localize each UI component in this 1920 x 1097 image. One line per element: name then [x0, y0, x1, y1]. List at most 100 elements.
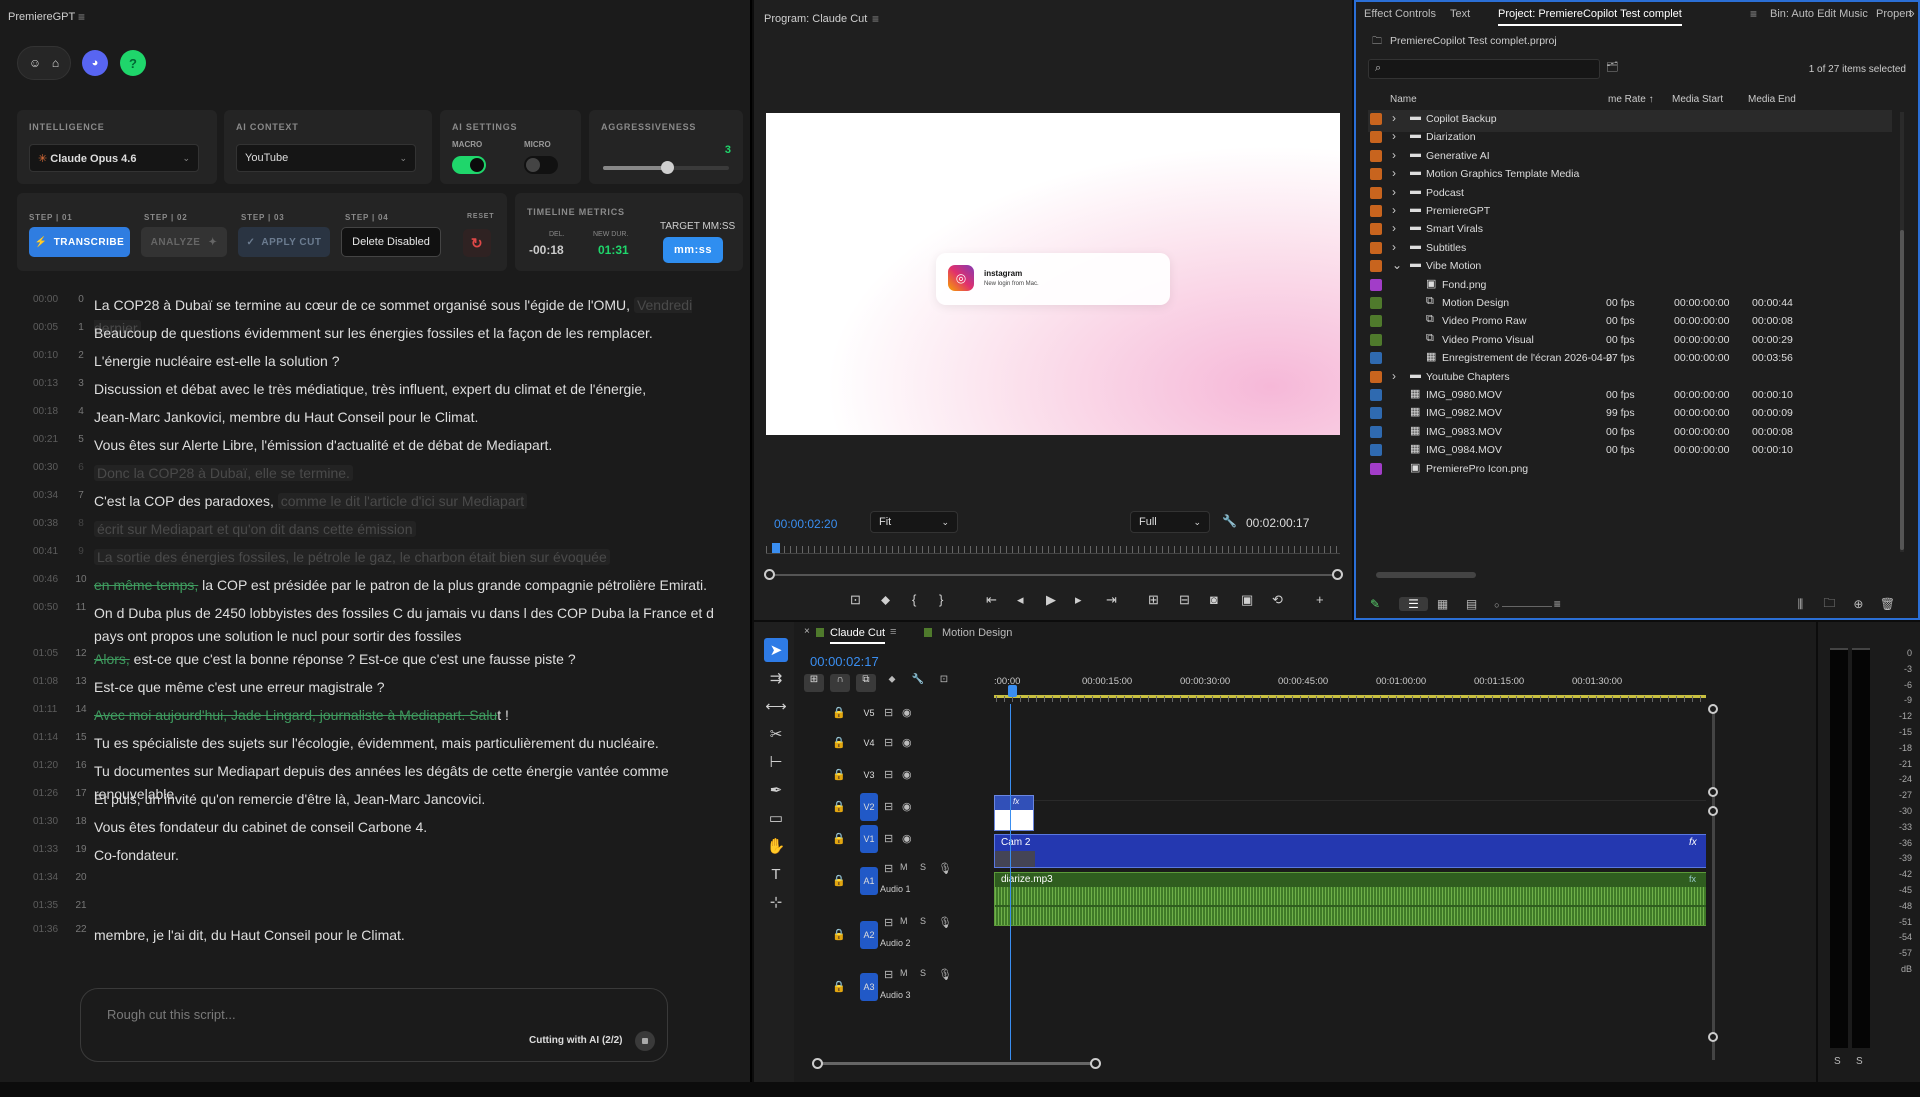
- pen-tool-icon[interactable]: ✒: [764, 778, 788, 802]
- lock-icon[interactable]: 🔒: [832, 768, 846, 781]
- lock-icon[interactable]: 🔒: [832, 874, 846, 887]
- mic-icon[interactable]: 🎙: [938, 862, 952, 875]
- quality-select[interactable]: Full ⌄: [1130, 511, 1210, 533]
- eye-icon[interactable]: ◉: [902, 706, 912, 719]
- sort-icon[interactable]: ≡: [1554, 597, 1786, 611]
- model-select[interactable]: ✳ Claude Opus 4.6 ⌄: [29, 144, 199, 172]
- trash-icon[interactable]: 🗑: [1873, 597, 1902, 611]
- lock-icon[interactable]: 🔒: [832, 928, 846, 941]
- snap-icon[interactable]: ∩: [830, 674, 850, 692]
- go-to-in-icon[interactable]: ⇤: [986, 592, 1017, 612]
- camera-icon[interactable]: ◙: [1210, 592, 1241, 612]
- slip-icon[interactable]: ⊢: [764, 750, 788, 774]
- export-frame-icon[interactable]: ⊡: [850, 592, 881, 612]
- disclosure-icon[interactable]: ›: [1392, 369, 1396, 383]
- linked-selection-icon[interactable]: ⧉: [856, 674, 876, 692]
- disclosure-icon[interactable]: ›: [1392, 240, 1396, 254]
- compare-icon[interactable]: ▣: [1241, 592, 1272, 612]
- col-name[interactable]: Name: [1390, 94, 1417, 105]
- lock-icon[interactable]: 🔒: [832, 832, 846, 845]
- vscroll-top-handle[interactable]: [1708, 704, 1718, 714]
- step-forward-icon[interactable]: ▸: [1075, 592, 1106, 612]
- prompt-input[interactable]: Rough cut this script...: [107, 1007, 236, 1022]
- project-menu-icon[interactable]: ≡: [1750, 7, 1757, 21]
- disclosure-icon[interactable]: ⌄: [1392, 258, 1402, 272]
- mute-button[interactable]: M: [900, 916, 908, 926]
- label-color-swatch[interactable]: [1370, 333, 1382, 346]
- eye-icon[interactable]: ◉: [902, 768, 912, 781]
- reset-icon[interactable]: ↻: [463, 229, 491, 257]
- project-vscroll[interactable]: [1900, 112, 1904, 552]
- tab-motion-design[interactable]: Motion Design: [942, 627, 1012, 639]
- mute-button[interactable]: M: [900, 968, 908, 978]
- track-target-toggle[interactable]: V3: [860, 761, 878, 789]
- program-playhead[interactable]: [772, 543, 780, 553]
- generative-extend-icon[interactable]: ⊹: [764, 890, 788, 914]
- col-rate[interactable]: me Rate ↑: [1608, 94, 1654, 105]
- sync-lock-icon[interactable]: ⊟: [884, 736, 893, 749]
- disclosure-icon[interactable]: ›: [1392, 203, 1396, 217]
- a1-clip[interactable]: diarize.mp3 fx: [994, 872, 1706, 926]
- label-color-swatch[interactable]: [1370, 168, 1382, 181]
- icon-view-icon[interactable]: ▦: [1428, 597, 1457, 611]
- mute-button[interactable]: M: [900, 862, 908, 872]
- solo-button[interactable]: S: [920, 968, 926, 978]
- stop-icon[interactable]: [635, 1031, 655, 1051]
- vscroll-mid-handle[interactable]: [1708, 787, 1718, 797]
- disclosure-icon[interactable]: ›: [1392, 148, 1396, 162]
- lock-icon[interactable]: 🔒: [832, 800, 846, 813]
- transcribe-button[interactable]: ⚡ TRANSCRIBE: [29, 227, 130, 257]
- solo-button[interactable]: S: [920, 916, 926, 926]
- program-timecode[interactable]: 00:00:02:20: [774, 517, 837, 531]
- mark-in-icon[interactable]: {: [912, 592, 939, 612]
- add-button-icon[interactable]: +: [1316, 592, 1336, 612]
- playhead-handle[interactable]: [1008, 685, 1017, 697]
- vscroll-audio-handle[interactable]: [1708, 806, 1718, 816]
- vscroll-bottom-handle[interactable]: [1708, 1032, 1718, 1042]
- timeline-menu-icon[interactable]: ≡: [890, 626, 896, 638]
- project-search[interactable]: ⌕: [1368, 59, 1600, 79]
- prompt-box[interactable]: Rough cut this script... Cutting with AI…: [80, 988, 668, 1062]
- label-color-swatch[interactable]: [1370, 149, 1382, 162]
- program-menu-icon[interactable]: ≡: [872, 12, 879, 26]
- scroll-start-handle[interactable]: [764, 569, 775, 580]
- nest-icon[interactable]: ⊞: [804, 674, 824, 692]
- step-back-icon[interactable]: ◂: [1017, 592, 1046, 612]
- project-hscroll[interactable]: [1376, 572, 1476, 578]
- label-color-swatch[interactable]: [1370, 297, 1382, 309]
- apply-cut-button[interactable]: ✓ APPLY CUT: [238, 227, 330, 257]
- razor-icon[interactable]: ✂: [764, 722, 788, 746]
- rectangle-icon[interactable]: ▭: [764, 806, 788, 830]
- wrench-icon[interactable]: 🔧: [1222, 514, 1237, 528]
- track-target-toggle[interactable]: V2: [860, 793, 878, 821]
- label-color-swatch[interactable]: [1370, 389, 1382, 401]
- eye-icon[interactable]: ◉: [902, 736, 912, 749]
- new-bin-from-search-icon[interactable]: 🗂: [1606, 62, 1619, 73]
- sync-lock-icon[interactable]: ⊟: [884, 706, 893, 719]
- tab-claude-cut[interactable]: Claude Cut: [830, 627, 886, 644]
- hand-icon[interactable]: ✋: [764, 834, 788, 858]
- freeform-view-icon[interactable]: ▤: [1457, 597, 1486, 611]
- lock-icon[interactable]: 🔒: [832, 980, 846, 993]
- solo-right-button[interactable]: S: [1856, 1056, 1863, 1067]
- col-start[interactable]: Media Start: [1672, 94, 1723, 105]
- macro-toggle[interactable]: [452, 156, 486, 174]
- sync-lock-icon[interactable]: ⊟: [884, 862, 893, 875]
- sync-lock-icon[interactable]: ⊟: [884, 832, 893, 845]
- label-color-swatch[interactable]: [1370, 278, 1382, 291]
- mic-icon[interactable]: 🎙: [938, 916, 952, 929]
- discord-icon[interactable]: ◕: [82, 50, 108, 76]
- add-marker-icon[interactable]: ⬥: [882, 674, 902, 694]
- play-icon[interactable]: ▶: [1046, 592, 1075, 612]
- tab-bin[interactable]: Bin: Auto Edit Music: [1770, 8, 1868, 20]
- list-view-icon[interactable]: ☰: [1399, 597, 1429, 611]
- program-ruler[interactable]: [766, 546, 1340, 554]
- solo-button[interactable]: S: [920, 862, 926, 872]
- user-icon[interactable]: ☺: [29, 56, 41, 70]
- disclosure-icon[interactable]: ›: [1392, 111, 1396, 125]
- lock-icon[interactable]: 🔒: [832, 736, 846, 749]
- eye-icon[interactable]: ◉: [902, 832, 912, 845]
- ripple-edit-icon[interactable]: ⟷: [764, 694, 788, 718]
- tab-text[interactable]: Text: [1450, 8, 1470, 20]
- track-target-toggle[interactable]: V1: [860, 825, 878, 853]
